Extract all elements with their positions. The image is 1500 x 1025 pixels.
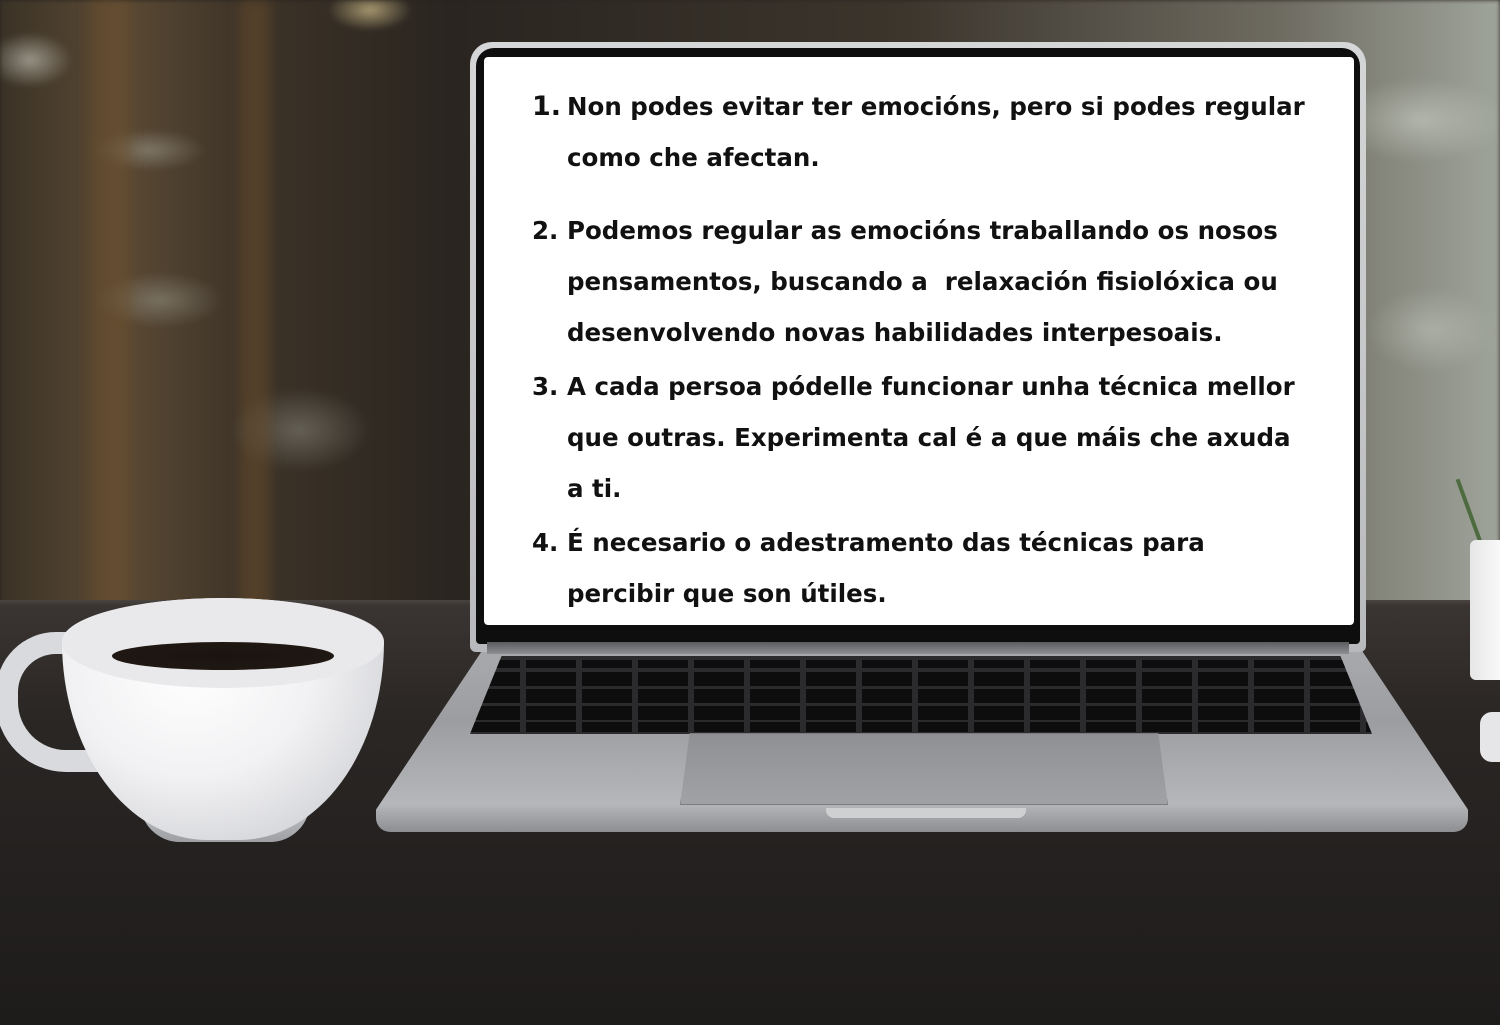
- keyboard-row: [470, 706, 1372, 720]
- mouse: [1480, 712, 1500, 762]
- list-item-text: Non podes evitar ter emocións, pero si p…: [567, 92, 1305, 172]
- list-item-number: 4.: [532, 528, 559, 557]
- laptop-keyboard: [470, 656, 1372, 734]
- laptop-hinge: [487, 642, 1349, 654]
- list-item-number: 1.: [532, 91, 562, 122]
- background-post: [90, 0, 130, 620]
- list-item-number: 3.: [532, 372, 559, 401]
- list-item: 2. Podemos regular as emocións traballan…: [532, 205, 1332, 358]
- screen-content: 1. Non podes evitar ter emocións, pero s…: [484, 57, 1354, 625]
- plant-pot: [1470, 540, 1500, 680]
- background-post: [240, 0, 270, 620]
- keyboard-row: [470, 722, 1372, 732]
- trackpad: [680, 733, 1168, 805]
- list-item-number: 2.: [532, 216, 559, 245]
- list-item: 1. Non podes evitar ter emocións, pero s…: [532, 81, 1332, 183]
- list-item-text: A cada persoa pódelle funcionar unha téc…: [567, 372, 1295, 503]
- laptop-front-notch: [826, 808, 1026, 818]
- keyboard-row: [470, 660, 1372, 668]
- list-item: 3. A cada persoa pódelle funcionar unha …: [532, 361, 1332, 514]
- list-item-text: Podemos regular as emocións traballando …: [567, 216, 1278, 347]
- keyboard-row: [470, 672, 1372, 686]
- list-item: 4. É necesario o adestramento das técnic…: [532, 517, 1332, 619]
- list-item-text: É necesario o adestramento das técnicas …: [567, 528, 1205, 608]
- coffee: [112, 642, 334, 670]
- laptop-screen: 1. Non podes evitar ter emocións, pero s…: [484, 57, 1354, 625]
- keyboard-row: [470, 689, 1372, 703]
